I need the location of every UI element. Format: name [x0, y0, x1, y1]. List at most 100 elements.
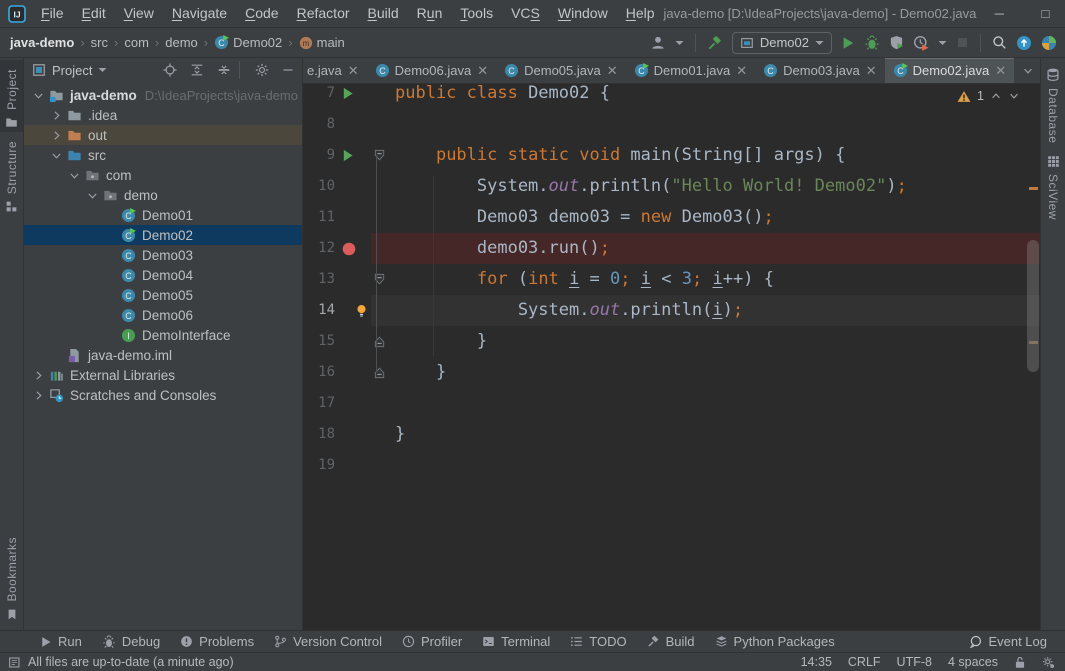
- tab-list-chevron-icon[interactable]: [1022, 65, 1034, 77]
- expand-all-icon[interactable]: [190, 63, 204, 77]
- code-line-body[interactable]: demo03.run();: [371, 233, 1040, 264]
- tool-button-todo[interactable]: TODO: [560, 631, 636, 653]
- stop-button[interactable]: [956, 36, 969, 49]
- gutter-markers[interactable]: [335, 419, 371, 450]
- run-configuration-select[interactable]: Demo02: [732, 32, 832, 54]
- run-gutter-icon[interactable]: [342, 87, 354, 100]
- gutter-markers[interactable]: [335, 295, 371, 326]
- next-problem-icon[interactable]: [1008, 90, 1020, 102]
- tree-item-idea[interactable]: .idea: [24, 105, 302, 125]
- gutter-markers[interactable]: [335, 84, 371, 109]
- line-separator[interactable]: CRLF: [848, 655, 881, 669]
- indentation[interactable]: 4 spaces: [948, 655, 998, 669]
- code-text[interactable]: demo03.run();: [387, 233, 610, 264]
- breakpoint-icon[interactable]: [342, 242, 356, 256]
- file-encoding[interactable]: UTF-8: [897, 655, 932, 669]
- tab-close-icon[interactable]: ✕: [348, 63, 359, 79]
- code-editor[interactable]: 7public class Demo02 {89 public static v…: [303, 84, 1040, 630]
- tool-button-event-log[interactable]: Event Log: [959, 631, 1057, 653]
- gutter-markers[interactable]: [335, 140, 371, 171]
- tab-close-icon[interactable]: ✕: [736, 63, 747, 79]
- tab-demo05-java[interactable]: CDemo05.java✕: [496, 58, 626, 83]
- lock-icon[interactable]: [1014, 656, 1026, 669]
- menu-item-view[interactable]: View: [115, 0, 163, 27]
- code-text[interactable]: System.out.println(i);: [387, 295, 743, 326]
- gutter-markers[interactable]: [335, 202, 371, 233]
- tree-item-java-demo[interactable]: java-demoD:\IdeaProjects\java-demo: [24, 85, 302, 105]
- code-text[interactable]: public static void main(String[] args) {: [387, 140, 845, 171]
- breadcrumb-item-com[interactable]: com: [124, 35, 149, 50]
- tool-button-build[interactable]: Build: [637, 631, 705, 653]
- tree-item-scratches-and-consoles[interactable]: Scratches and Consoles: [24, 385, 302, 405]
- menu-item-code[interactable]: Code: [236, 0, 287, 27]
- breadcrumb-item-java-demo[interactable]: java-demo: [10, 35, 74, 50]
- user-icon[interactable]: [650, 35, 666, 51]
- tab-close-icon[interactable]: ✕: [607, 63, 618, 79]
- menu-item-help[interactable]: Help: [617, 0, 664, 27]
- project-panel-title[interactable]: Project: [52, 63, 92, 78]
- breadcrumb-item-demo02[interactable]: CDemo02: [214, 35, 282, 50]
- code-line-body[interactable]: [371, 388, 1040, 419]
- code-line-body[interactable]: public static void main(String[] args) {: [371, 140, 1040, 171]
- code-text[interactable]: public class Demo02 {: [387, 84, 610, 109]
- gutter-markers[interactable]: [335, 264, 371, 295]
- gear-icon[interactable]: [255, 63, 269, 77]
- stripe-button-structure[interactable]: Structure: [0, 132, 23, 216]
- code-text[interactable]: [387, 388, 395, 419]
- locate-file-icon[interactable]: [163, 63, 177, 77]
- fold-down-icon[interactable]: [371, 140, 387, 171]
- tool-button-problems[interactable]: Problems: [170, 631, 264, 653]
- profiler-dropdown-icon[interactable]: [938, 40, 947, 46]
- tree-item-demo[interactable]: demo: [24, 185, 302, 205]
- tool-button-terminal[interactable]: Terminal: [472, 631, 560, 653]
- tree-chevron-right-icon[interactable]: [48, 109, 65, 122]
- gutter-markers[interactable]: [335, 233, 371, 264]
- tool-button-python-packages[interactable]: Python Packages: [705, 631, 845, 653]
- tab-demo01-java[interactable]: CDemo01.java✕: [626, 58, 756, 83]
- menu-item-file[interactable]: File: [32, 0, 73, 27]
- run-button[interactable]: [841, 36, 855, 50]
- tab-demo06-java[interactable]: CDemo06.java✕: [367, 58, 497, 83]
- tab-close-icon[interactable]: ✕: [866, 63, 877, 79]
- code-line-body[interactable]: for (int i = 0; i < 3; i++) {: [371, 264, 1040, 295]
- tree-chevron-down-icon[interactable]: [84, 189, 101, 202]
- code-line-body[interactable]: System.out.println("Hello World! Demo02"…: [371, 171, 1040, 202]
- stripe-button-sciview[interactable]: SciView: [1041, 152, 1065, 229]
- stripe-button-bookmarks[interactable]: Bookmarks: [0, 528, 23, 624]
- tree-chevron-right-icon[interactable]: [30, 369, 47, 382]
- tool-button-run[interactable]: Run: [30, 631, 92, 653]
- warning-icon[interactable]: [957, 90, 971, 103]
- menu-item-run[interactable]: Run: [408, 0, 452, 27]
- editor-scrollbar[interactable]: [1026, 84, 1040, 630]
- code-line-body[interactable]: public class Demo02 {: [371, 84, 1040, 109]
- caret-position[interactable]: 14:35: [801, 655, 832, 669]
- tab-demo03-java[interactable]: CDemo03.java✕: [755, 58, 885, 83]
- tree-chevron-down-icon[interactable]: [66, 169, 83, 182]
- run-with-coverage-button[interactable]: [889, 35, 904, 50]
- search-everywhere-button[interactable]: [992, 35, 1007, 50]
- collapse-all-icon[interactable]: [217, 63, 231, 77]
- gutter-markers[interactable]: [335, 450, 371, 481]
- tree-item-java-demo-iml[interactable]: java-demo.iml: [24, 345, 302, 365]
- gutter-markers[interactable]: [335, 388, 371, 419]
- menu-item-tools[interactable]: Tools: [451, 0, 502, 27]
- fold-up-icon[interactable]: [371, 357, 387, 388]
- tree-item-external-libraries[interactable]: External Libraries: [24, 365, 302, 385]
- code-line-body[interactable]: [371, 450, 1040, 481]
- menu-item-build[interactable]: Build: [359, 0, 408, 27]
- code-line-body[interactable]: }: [371, 326, 1040, 357]
- gutter-markers[interactable]: [335, 109, 371, 140]
- gutter-markers[interactable]: [335, 326, 371, 357]
- maximize-button[interactable]: □: [1022, 0, 1065, 28]
- menu-item-navigate[interactable]: Navigate: [163, 0, 236, 27]
- tree-chevron-down-icon[interactable]: [48, 149, 65, 162]
- minimize-button[interactable]: ─: [976, 0, 1022, 28]
- code-line-body[interactable]: Demo03 demo03 = new Demo03();: [371, 202, 1040, 233]
- tab-demo02-java[interactable]: CDemo02.java✕: [885, 58, 1015, 83]
- user-dropdown-icon[interactable]: [675, 40, 684, 46]
- code-with-me-icon[interactable]: [1041, 35, 1057, 51]
- code-text[interactable]: }: [387, 419, 405, 450]
- tree-item-demo01[interactable]: CDemo01: [24, 205, 302, 225]
- breadcrumb-item-src[interactable]: src: [91, 35, 108, 50]
- code-line-body[interactable]: [371, 109, 1040, 140]
